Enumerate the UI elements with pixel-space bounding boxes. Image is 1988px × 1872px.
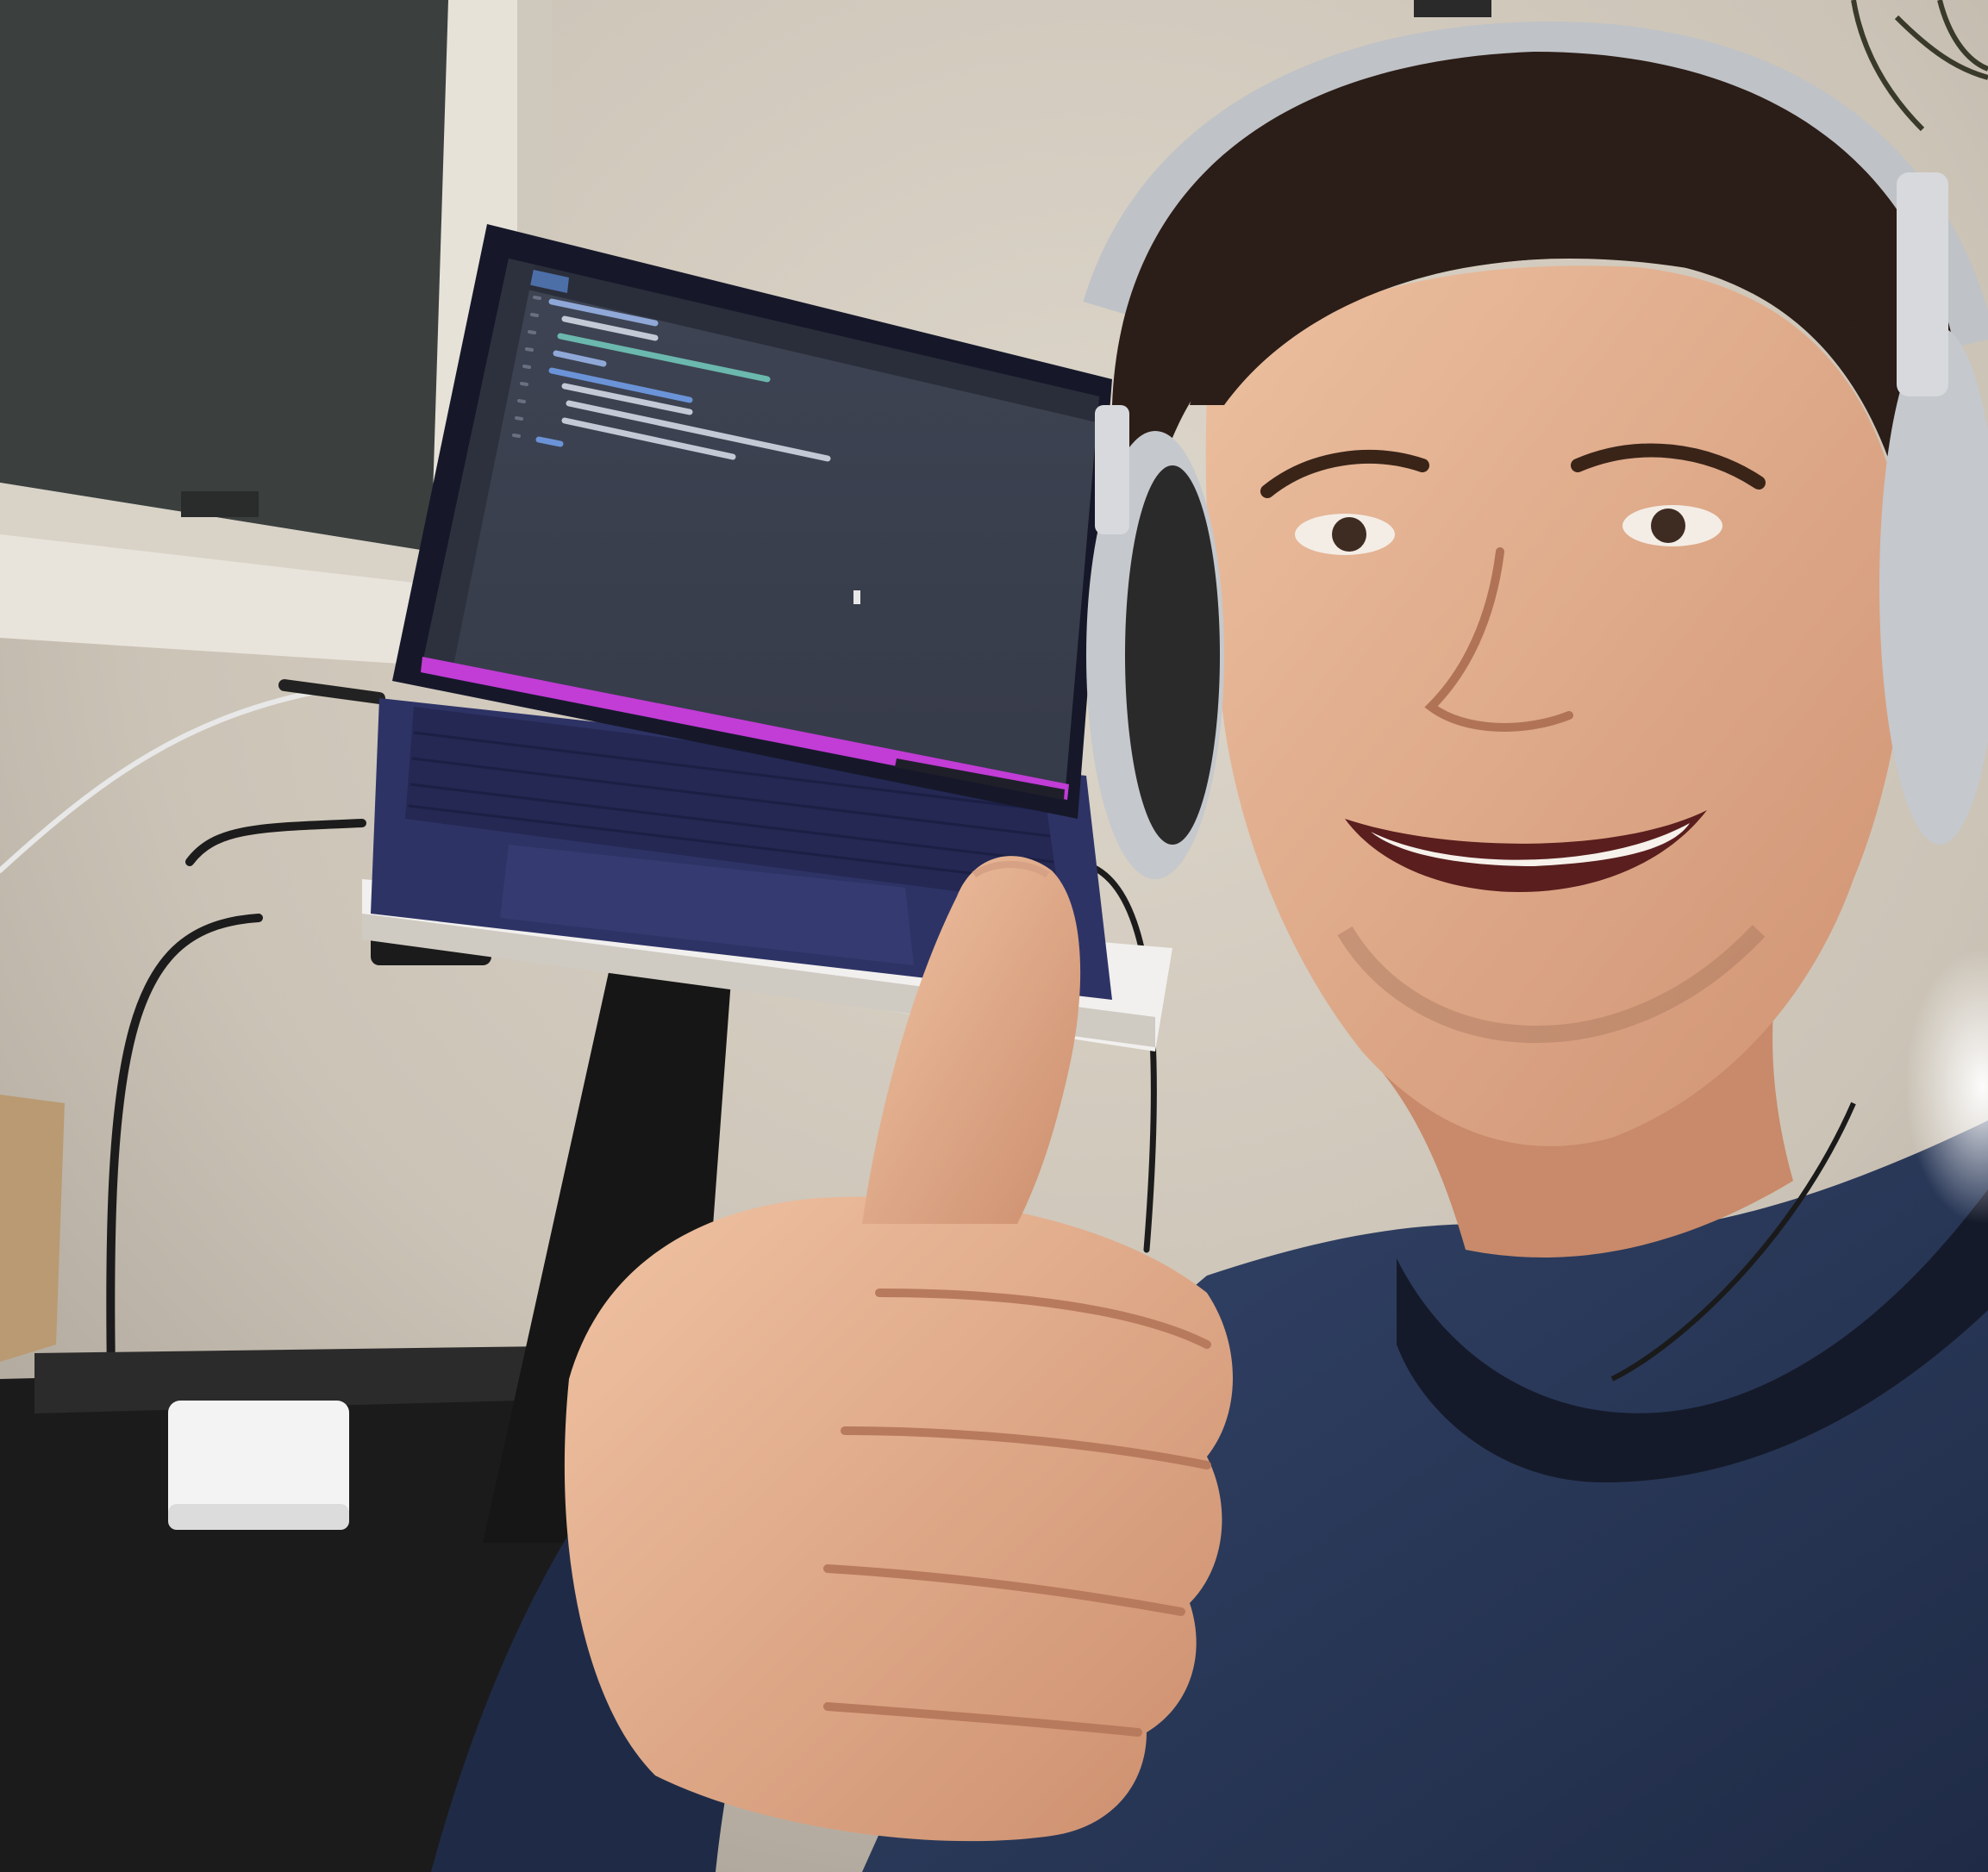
power-adapter bbox=[168, 1401, 349, 1530]
frame-edge bbox=[1414, 0, 1491, 17]
box bbox=[0, 1095, 65, 1362]
photo-scene bbox=[0, 0, 1988, 1872]
text-cursor bbox=[853, 590, 860, 604]
